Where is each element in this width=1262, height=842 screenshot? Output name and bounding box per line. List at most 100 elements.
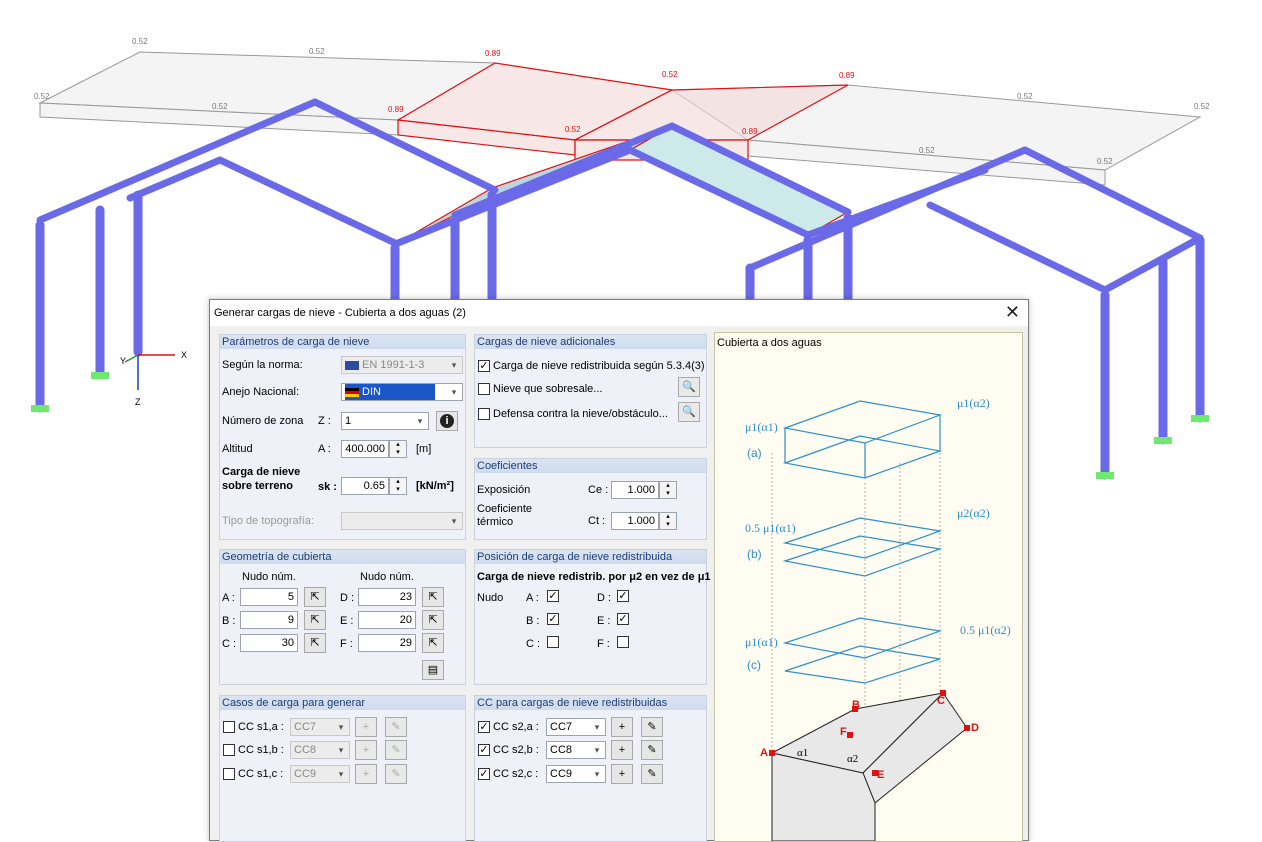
redistributed-checkbox[interactable]: ✓ [478, 360, 490, 372]
node-f-label: F : [340, 638, 353, 650]
node-f-input[interactable]: 29 [358, 634, 416, 652]
node-b-input[interactable]: 9 [240, 611, 298, 629]
alpha2-label: α2 [847, 753, 859, 765]
case-s1a-label: CC s1,a : [238, 721, 284, 733]
case-s1c-select[interactable]: CC9 ▾ [290, 765, 350, 783]
chevron-down-icon: ▾ [451, 516, 457, 526]
node-a-input[interactable]: 5 [240, 588, 298, 606]
case-s1c-edit-button[interactable]: ✎ [385, 764, 407, 784]
case-s1b-checkbox[interactable] [223, 744, 235, 756]
pos-e-checkbox[interactable]: ✓ [617, 613, 629, 625]
info-button[interactable]: i [436, 411, 458, 431]
case-s2a-checkbox[interactable]: ✓ [478, 721, 490, 733]
case-a-label: (a) [747, 446, 762, 460]
mu1a2-label: μ1(α2) [957, 396, 990, 410]
pos-a-checkbox[interactable]: ✓ [547, 590, 559, 602]
case-s1a-edit-button[interactable]: ✎ [385, 717, 407, 737]
case-s1b-new-button[interactable]: + [355, 740, 377, 760]
altitude-label: Altitud [222, 443, 253, 455]
case-s1c-checkbox[interactable] [223, 768, 235, 780]
altitude-unit: [m] [416, 443, 432, 455]
redistributed-label: Carga de nieve redistribuida según 5.3.4… [493, 360, 705, 372]
geometry-group: Geometría de cubierta Nudo núm. Nudo núm… [219, 549, 466, 685]
case-s1c-new-button[interactable]: + [355, 764, 377, 784]
node-e-input[interactable]: 20 [358, 611, 416, 629]
annex-value: DIN [362, 386, 381, 398]
node-b-pick-button[interactable]: ⇱ [304, 610, 326, 630]
pos-c-label: C : [526, 638, 541, 650]
node-f-pick-button[interactable]: ⇱ [422, 633, 444, 653]
thermal-label: Coeficiente [477, 503, 533, 515]
case-s2c-select[interactable]: CC9 ▾ [546, 765, 606, 783]
zone-select[interactable]: 1 ▾ [341, 412, 429, 430]
case-s2a-new-button[interactable]: + [611, 717, 633, 737]
thermal-label-2: térmico [477, 516, 514, 528]
eu-flag-icon [345, 360, 359, 370]
close-icon[interactable]: ✕ [1005, 302, 1020, 322]
case-s2a-select[interactable]: CC7 ▾ [546, 718, 606, 736]
exposure-input[interactable]: 1.000 [611, 481, 659, 499]
norm-value: EN 1991-1-3 [362, 359, 425, 371]
thermal-symbol: Ct : [588, 515, 606, 527]
norm-select[interactable]: EN 1991-1-3 ▾ [341, 356, 463, 374]
case-s2b-value: CC8 [550, 744, 573, 756]
node-d-pick-button[interactable]: ⇱ [422, 587, 444, 607]
dialog-title: Generar cargas de nieve - Cubierta a dos… [214, 307, 466, 319]
case-s2b-edit-button[interactable]: ✎ [641, 740, 663, 760]
case-s2c-label: CC s2,c : [493, 768, 539, 780]
snow-load-symbol: sk : [318, 481, 337, 493]
mu2a2-label: μ2(α2) [957, 506, 990, 520]
pos-b-checkbox[interactable]: ✓ [547, 613, 559, 625]
node-b-label: B : [222, 615, 236, 627]
node-d-input[interactable]: 23 [358, 588, 416, 606]
pick-all-button[interactable]: ▤ [422, 660, 444, 680]
exposure-label: Exposición [477, 484, 531, 496]
thermal-input[interactable]: 1.000 [611, 512, 659, 530]
overhang-label: Nieve que sobresale... [493, 383, 603, 395]
overhang-settings-button[interactable]: 🔍 [678, 377, 700, 397]
case-s1a-checkbox[interactable] [223, 721, 235, 733]
guard-settings-button[interactable]: 🔍 [678, 402, 700, 422]
snow-load-input[interactable]: 0.65 [341, 477, 389, 495]
case-b-label: (b) [747, 547, 762, 561]
norm-label: Según la norma: [222, 359, 303, 371]
node-c-pick-button[interactable]: ⇱ [304, 633, 326, 653]
case-s2c-checkbox[interactable]: ✓ [478, 768, 490, 780]
altitude-input[interactable]: 400.000 [341, 440, 389, 458]
geometry-header: Geometría de cubierta [220, 550, 465, 564]
params-header: Parámetros de carga de nieve [220, 335, 465, 349]
thermal-spinner[interactable]: ▴ ▾ [659, 512, 677, 530]
altitude-spinner[interactable]: ▴ ▾ [389, 440, 407, 458]
guard-checkbox[interactable] [478, 408, 490, 420]
case-s1a-select[interactable]: CC7 ▾ [290, 718, 350, 736]
pos-c-checkbox[interactable] [547, 636, 559, 648]
overhang-checkbox[interactable] [478, 383, 490, 395]
case-s2b-new-button[interactable]: + [611, 740, 633, 760]
pos-f-checkbox[interactable] [617, 636, 629, 648]
case-s2c-new-button[interactable]: + [611, 764, 633, 784]
annex-select[interactable]: DIN ▾ [341, 383, 463, 401]
topography-select[interactable]: ▾ [341, 512, 463, 530]
case-s1b-select[interactable]: CC8 ▾ [290, 741, 350, 759]
case-s2b-checkbox[interactable]: ✓ [478, 744, 490, 756]
case-s2a-edit-button[interactable]: ✎ [641, 717, 663, 737]
exposure-spinner[interactable]: ▴ ▾ [659, 481, 677, 499]
case-s1b-edit-button[interactable]: ✎ [385, 740, 407, 760]
snow-load-spinner[interactable]: ▴ ▾ [389, 477, 407, 495]
case-s1a-new-button[interactable]: + [355, 717, 377, 737]
load-value: 0.52 [919, 146, 935, 155]
axis-y-label: Y [120, 356, 126, 366]
case-s2c-edit-button[interactable]: ✎ [641, 764, 663, 784]
node-a-pick-button[interactable]: ⇱ [304, 587, 326, 607]
case-s2a-label: CC s2,a : [493, 721, 539, 733]
pos-d-checkbox[interactable]: ✓ [617, 590, 629, 602]
case-s2b-select[interactable]: CC8 ▾ [546, 741, 606, 759]
chevron-down-icon: ▾ [451, 360, 457, 370]
node-e-pick-button[interactable]: ⇱ [422, 610, 444, 630]
chevron-down-icon: ▾ [417, 416, 423, 426]
chevron-down-icon: ▾ [338, 722, 344, 732]
case-s1c-value: CC9 [294, 768, 317, 780]
load-value: 0.52 [662, 70, 678, 79]
node-a-label: A : [222, 592, 235, 604]
node-c-input[interactable]: 30 [240, 634, 298, 652]
